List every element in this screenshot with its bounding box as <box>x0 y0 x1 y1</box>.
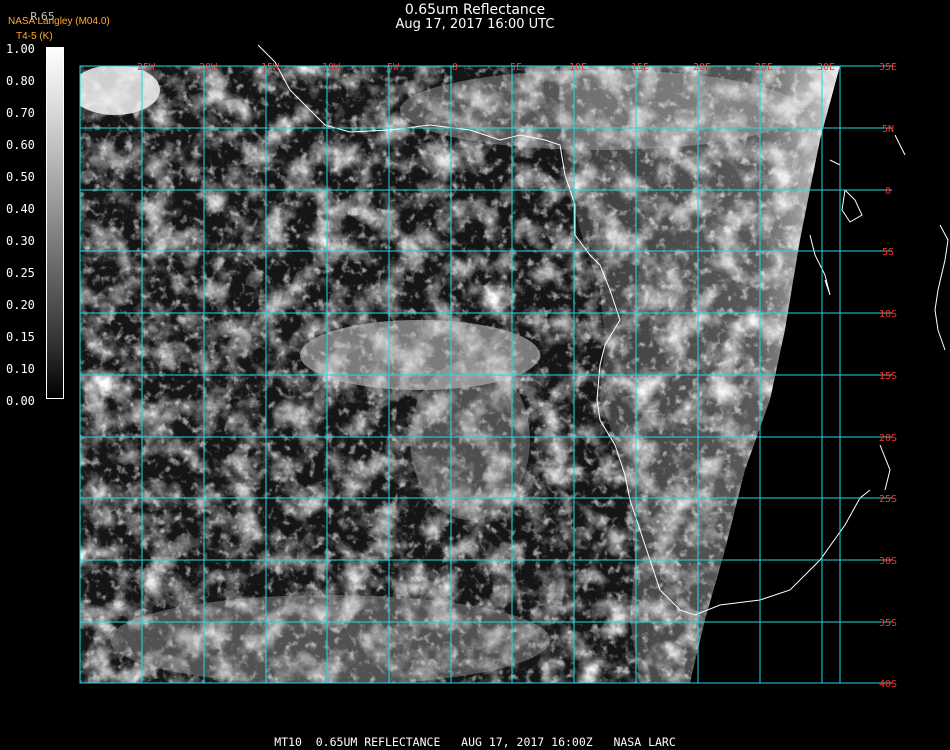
longitude-label: 30E <box>817 62 835 73</box>
latitude-label: 5S <box>882 247 894 258</box>
longitude-label: 15E <box>631 62 649 73</box>
satellite-map: 25W 20W 15W 10W 5W 0 5E 10E 15E 20E 25E 30E 35E 5N 0 5S… <box>79 44 950 690</box>
latitude-label: 0 <box>885 186 891 197</box>
latitude-label: 15S <box>879 371 897 382</box>
latitude-label: 30S <box>879 556 897 567</box>
longitude-label: 10W <box>322 62 341 73</box>
latitude-label: 5N <box>882 124 894 135</box>
longitude-label: 0 <box>452 62 458 73</box>
longitude-label: 5W <box>387 62 400 73</box>
cloud-patch <box>400 70 800 150</box>
latitude-label: 25S <box>879 494 897 505</box>
latitude-label: 10S <box>879 309 897 320</box>
longitude-label: 20E <box>693 62 711 73</box>
longitude-label: 10E <box>569 62 587 73</box>
latitude-label: 40S <box>879 679 897 690</box>
latitude-label: 20S <box>879 433 897 444</box>
longitude-label: 25E <box>755 62 773 73</box>
longitude-label: 5E <box>510 62 522 73</box>
longitude-label: 25W <box>137 62 156 73</box>
latitude-label: 35E <box>879 62 897 73</box>
satellite-image-viewer: 0.65um Reflectance Aug 17, 2017 16:00 UT… <box>0 0 950 750</box>
latitude-label: 35S <box>879 618 897 629</box>
longitude-label: 15W <box>261 62 280 73</box>
footer-caption: MT10 0.65UM REFLECTANCE AUG 17, 2017 16:… <box>274 735 676 749</box>
cloud-patch <box>110 595 550 683</box>
longitude-label: 20W <box>199 62 218 73</box>
